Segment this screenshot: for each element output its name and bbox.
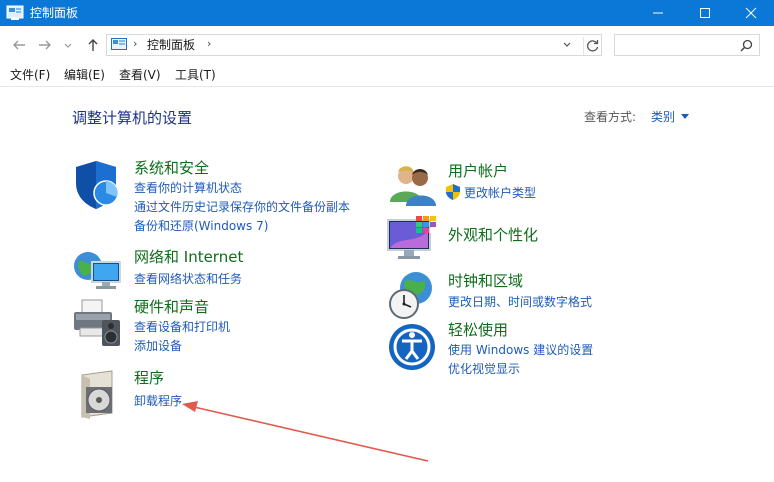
menu-tools[interactable]: 工具(T) xyxy=(175,68,216,82)
control-panel-icon xyxy=(111,38,127,50)
forward-button[interactable] xyxy=(36,36,54,54)
arrow-up-icon xyxy=(88,39,98,51)
address-bar[interactable]: › 控制面板 › xyxy=(106,34,602,56)
refresh-button[interactable] xyxy=(583,37,602,55)
annotation-arrow-icon xyxy=(182,401,429,462)
address-toolbar: › 控制面板 › xyxy=(0,26,774,64)
maximize-icon xyxy=(700,8,710,18)
close-icon xyxy=(745,7,757,19)
chevron-down-icon xyxy=(64,43,72,48)
breadcrumb-separator-icon[interactable]: › xyxy=(133,37,137,50)
recent-locations-button[interactable] xyxy=(62,36,74,54)
up-button[interactable] xyxy=(84,36,102,54)
search-input[interactable] xyxy=(619,37,737,53)
arrow-right-icon xyxy=(39,40,51,50)
content-area: 调整计算机的设置 查看方式: 类别 系统和安全 查看你的计算机状态 通过文件历史… xyxy=(0,87,774,482)
back-button[interactable] xyxy=(10,36,28,54)
search-box[interactable] xyxy=(614,34,760,56)
maximize-button[interactable] xyxy=(685,0,725,26)
chevron-down-icon[interactable] xyxy=(561,39,573,51)
refresh-icon xyxy=(586,40,599,52)
menu-view[interactable]: 查看(V) xyxy=(119,68,161,82)
menu-edit[interactable]: 编辑(E) xyxy=(64,68,105,82)
minimize-button[interactable] xyxy=(638,0,678,26)
menu-bar: 文件(F) 编辑(E) 查看(V) 工具(T) xyxy=(0,64,774,87)
control-panel-icon xyxy=(6,5,24,20)
search-icon[interactable] xyxy=(740,39,753,52)
title-bar: 控制面板 xyxy=(0,0,774,26)
minimize-icon xyxy=(653,12,663,14)
arrow-left-icon xyxy=(13,40,25,50)
menu-file[interactable]: 文件(F) xyxy=(10,68,50,82)
breadcrumb-separator-icon[interactable]: › xyxy=(207,37,211,50)
breadcrumb-item[interactable]: 控制面板 xyxy=(147,38,195,52)
window-title: 控制面板 xyxy=(30,6,79,20)
close-button[interactable] xyxy=(731,0,771,26)
